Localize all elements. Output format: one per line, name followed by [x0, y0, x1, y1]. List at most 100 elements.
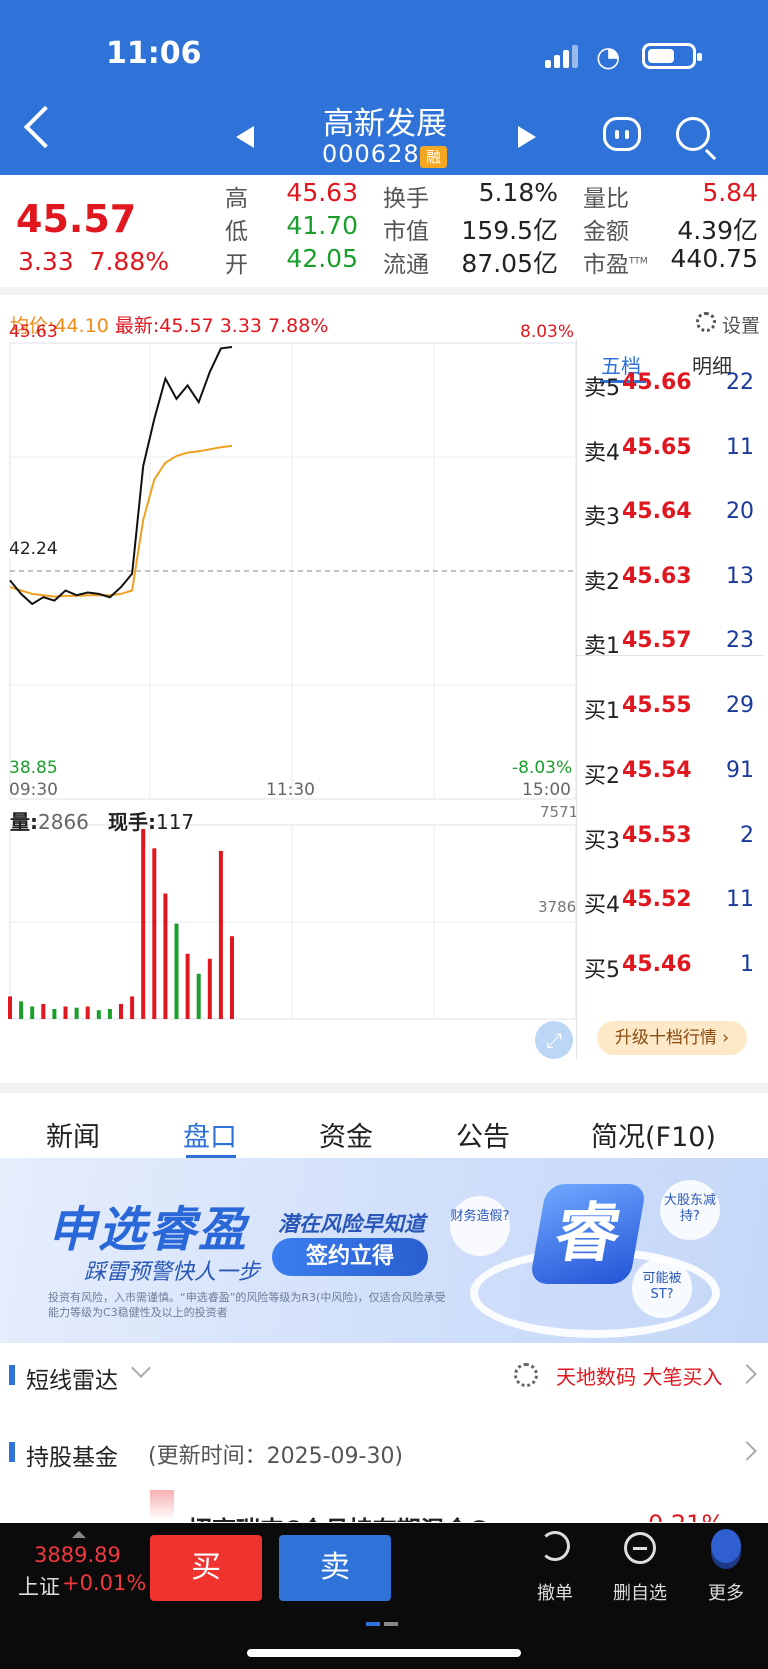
volume-bar [174, 923, 179, 1019]
home-indicator[interactable] [247, 1649, 521, 1657]
undo-icon[interactable] [540, 1531, 570, 1561]
gear-icon[interactable] [696, 312, 716, 332]
buy-button[interactable]: 买 [150, 1535, 262, 1601]
signal-icon [545, 44, 581, 68]
next-stock-icon[interactable] [518, 126, 536, 148]
volume-bar [119, 1003, 123, 1019]
latest-change-pct: 7.88% [268, 315, 329, 337]
banner-slogan: 潜在风险早知道 [278, 1212, 425, 1236]
volume-readout: 量:2866 现手:117 [10, 810, 195, 834]
index-change[interactable]: +0.01% [62, 1571, 146, 1595]
funds-title: 持股基金 [26, 1445, 118, 1471]
app-header: 11:06 ◔ 高新发展 000628 融 [0, 0, 768, 175]
volume-bar [185, 953, 190, 1019]
volume-bar [218, 850, 223, 1019]
price-axis-low: 38.85 [9, 758, 58, 778]
orderbook-row: 卖4 45.65 11 [584, 435, 754, 466]
stat-mktcap-label: 市值 [383, 219, 429, 245]
volume-bar [8, 996, 12, 1019]
stat-low-value: 41.70 [286, 211, 358, 240]
stat-low-label: 低 [225, 219, 248, 245]
vol-axis-mid: 3786 [538, 898, 577, 916]
wifi-icon: ◔ [596, 40, 621, 73]
search-icon[interactable] [676, 117, 710, 151]
time-start: 09:30 [9, 780, 58, 800]
intraday-chart[interactable] [0, 339, 576, 1059]
index-value[interactable]: 3889.89 [34, 1543, 121, 1567]
stat-open-label: 开 [225, 252, 248, 278]
orderbook-row: 卖5 45.66 22 [584, 370, 754, 401]
section-marker [9, 1365, 15, 1385]
radar-alert[interactable]: 天地数码 大笔买入 [556, 1361, 722, 1390]
volume-bar [207, 958, 212, 1019]
orderbook-row: 买2 45.54 91 [584, 758, 754, 789]
volume-bar [30, 1006, 35, 1019]
chevron-down-icon[interactable] [131, 1358, 151, 1378]
radar-title: 短线雷达 [26, 1368, 118, 1394]
pct-axis-low: -8.03% [512, 758, 573, 778]
latest-change: 3.33 [219, 315, 262, 337]
vol-axis-max: 7571 [540, 803, 579, 821]
chevron-right-icon[interactable] [737, 1364, 757, 1384]
price-axis-high: 45.63 [9, 322, 58, 342]
index-up-arrow [72, 1531, 86, 1538]
remove-watchlist-icon[interactable] [624, 1532, 656, 1564]
volume-bar [130, 996, 135, 1019]
tab-profile[interactable]: 简况(F10) [591, 1115, 716, 1154]
banner-cta-button[interactable]: 签约立得 [272, 1238, 428, 1276]
sell-button[interactable]: 卖 [279, 1535, 391, 1601]
time-end: 15:00 [522, 780, 571, 800]
tab-funds-flow[interactable]: 资金 [319, 1115, 373, 1154]
intraday-panel: 均价:44.10 最新:45.57 3.33 7.88% 设置 45.63 42… [0, 303, 768, 1083]
stat-high-value: 45.63 [286, 178, 358, 207]
stat-amount-label: 金额 [583, 219, 629, 245]
banner-bubble-fraud: 财务造假? [450, 1196, 510, 1256]
fund-name[interactable]: 招商瑞丰6个月持有期混合C [188, 1510, 486, 1522]
cancel-order-button[interactable]: 撤单 [520, 1579, 590, 1605]
section-marker [9, 1442, 15, 1462]
battery-icon [642, 43, 702, 69]
remove-watchlist-button[interactable]: 删自选 [605, 1579, 675, 1605]
quote-summary: 45.57 3.33 7.88% 高 45.63 低 41.70 开 42.05… [0, 175, 768, 295]
page-indicator [366, 1611, 402, 1630]
fund-sparkline [150, 1490, 174, 1520]
tab-news[interactable]: 新闻 [46, 1115, 100, 1154]
more-button[interactable]: 更多 [691, 1579, 761, 1605]
radar-row[interactable]: 短线雷达 天地数码 大笔买入 [0, 1345, 768, 1405]
status-time: 11:06 [106, 36, 202, 71]
fund-change: 0.21% [648, 1510, 724, 1522]
stat-mktcap-value: 159.5亿 [461, 216, 558, 245]
volume-bar [19, 1001, 24, 1019]
back-icon[interactable] [23, 105, 67, 149]
orderbook-row: 卖3 45.64 20 [584, 499, 754, 530]
promo-banner[interactable]: 申选睿盈 踩雷预警快人一步 潜在风险早知道 签约立得 投资有风险，入市需谨慎。“… [0, 1158, 768, 1343]
assistant-icon[interactable] [603, 117, 641, 151]
banner-subtitle: 踩雷预警快人一步 [84, 1260, 261, 1285]
settings-button[interactable]: 设置 [722, 311, 760, 338]
intraday-summary: 均价:44.10 最新:45.57 3.33 7.88% [10, 311, 328, 338]
expand-icon[interactable]: ⤢ [535, 1021, 573, 1059]
tab-announcements[interactable]: 公告 [456, 1115, 510, 1154]
chevron-right-icon[interactable] [737, 1441, 757, 1461]
upgrade-ten-levels-button[interactable]: 升级十档行情 › [597, 1021, 747, 1055]
stat-amount-value: 4.39亿 [677, 216, 758, 245]
banner-emblem: 睿 [529, 1184, 647, 1284]
volume-bar [163, 893, 168, 1019]
gear-icon[interactable] [514, 1363, 538, 1387]
stat-high-label: 高 [225, 186, 248, 212]
index-name[interactable]: 上证 [18, 1571, 60, 1601]
tab-market[interactable]: 盘口 [183, 1115, 237, 1154]
stock-code: 000628 [322, 140, 420, 168]
more-icon[interactable] [711, 1529, 741, 1563]
stat-open-value: 42.05 [286, 244, 358, 273]
funds-updated: (更新时间：2025-09-30) [148, 1444, 404, 1469]
orderbook-row: 买3 45.53 2 [584, 823, 754, 854]
volume-bar [141, 829, 146, 1019]
price-line [9, 346, 233, 606]
prev-stock-icon[interactable] [236, 126, 254, 148]
volume-bar [152, 848, 157, 1019]
price-axis-prev: 42.24 [9, 539, 58, 559]
funds-row[interactable]: 持股基金 (更新时间：2025-09-30) 招商瑞丰6个月持有期混合C 0.2… [0, 1422, 768, 1522]
time-mid: 11:30 [266, 780, 315, 800]
latest-price-label: 最新:45.57 [114, 315, 214, 337]
